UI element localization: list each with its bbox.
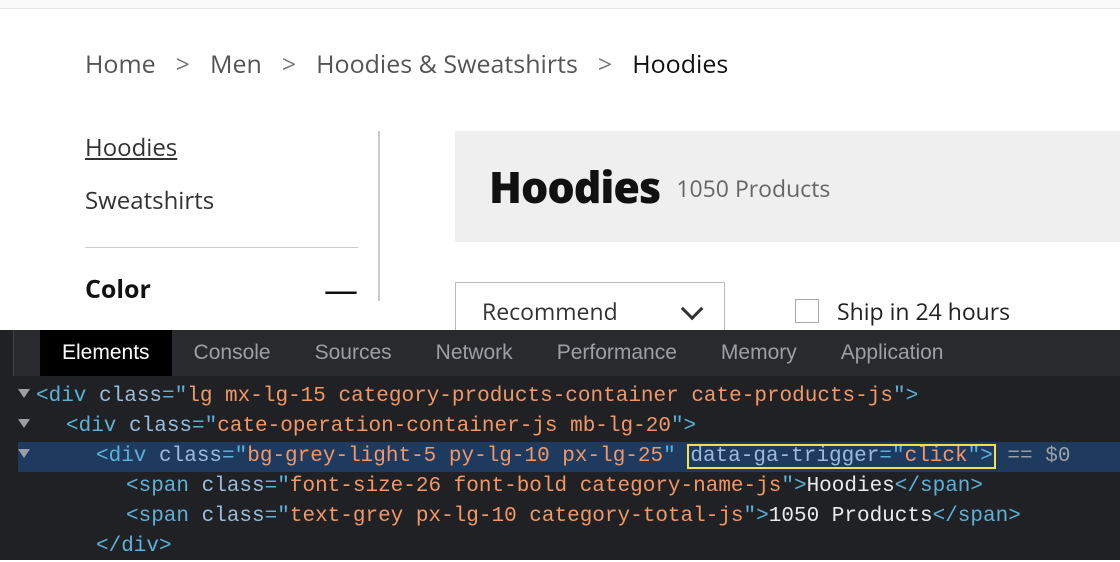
breadcrumb: Home > Men > Hoodies & Sweatshirts > Hoo… [85, 47, 1120, 81]
product-count: 1050 Products [676, 172, 830, 204]
tab-sources[interactable]: Sources [293, 330, 414, 376]
ecommerce-page: Home > Men > Hoodies & Sweatshirts > Hoo… [0, 9, 1120, 339]
devtools-tabs: Elements Console Sources Network Perform… [0, 330, 1120, 376]
dom-node[interactable]: <span class="text-grey px-lg-10 category… [18, 502, 1120, 532]
breadcrumb-home[interactable]: Home [85, 47, 156, 81]
sort-select-value: Recommend [482, 295, 618, 327]
tab-performance[interactable]: Performance [535, 330, 699, 376]
breadcrumb-sep: > [598, 47, 612, 81]
tab-elements[interactable]: Elements [40, 330, 172, 376]
ship-24h-checkbox[interactable] [795, 299, 819, 323]
breadcrumb-men[interactable]: Men [210, 47, 262, 81]
filter-color[interactable]: Color — [85, 272, 358, 306]
dom-node[interactable]: </div> [18, 532, 1120, 562]
ship-24h-filter[interactable]: Ship in 24 hours [795, 295, 1010, 327]
dom-node[interactable]: <div class="cate-operation-container-js … [18, 412, 1120, 442]
breadcrumb-current: Hoodies [632, 47, 728, 81]
category-title-banner: Hoodies 1050 Products [455, 131, 1120, 242]
chevron-down-icon [681, 298, 704, 321]
sidebar-item-sweatshirts[interactable]: Sweatshirts [85, 184, 358, 217]
collapse-icon[interactable]: — [324, 279, 358, 299]
tab-memory[interactable]: Memory [699, 330, 819, 376]
dom-node[interactable]: <span class="font-size-26 font-bold cate… [18, 472, 1120, 502]
sidebar-divider [85, 247, 358, 248]
breadcrumb-sep: > [282, 47, 296, 81]
breadcrumb-sep: > [176, 47, 190, 81]
expand-arrow-icon[interactable] [18, 419, 30, 428]
expand-arrow-icon[interactable] [18, 389, 30, 398]
selected-node-indicator: == $0 [995, 445, 1071, 468]
tab-application[interactable]: Application [819, 330, 966, 376]
expand-arrow-icon[interactable] [18, 449, 30, 458]
sidebar-item-hoodies[interactable]: Hoodies [85, 131, 358, 164]
ship-24h-label: Ship in 24 hours [837, 295, 1010, 327]
breadcrumb-category[interactable]: Hoodies & Sweatshirts [316, 47, 578, 81]
filter-color-label: Color [85, 272, 151, 306]
tab-network[interactable]: Network [414, 330, 535, 376]
category-title: Hoodies [489, 157, 660, 216]
devtools-spacer [0, 330, 14, 376]
dom-node[interactable]: <div class="lg mx-lg-15 category-product… [18, 382, 1120, 412]
sidebar: Hoodies Sweatshirts Color — [85, 131, 380, 301]
tab-console[interactable]: Console [172, 330, 293, 376]
highlighted-attribute: data-ga-trigger="click"> [688, 445, 994, 468]
devtools-panel: Elements Console Sources Network Perform… [0, 330, 1120, 560]
window-topbar [0, 0, 1120, 9]
dom-tree[interactable]: <div class="lg mx-lg-15 category-product… [0, 376, 1120, 562]
dom-node-selected[interactable]: <div class="bg-grey-light-5 py-lg-10 px-… [18, 442, 1120, 472]
